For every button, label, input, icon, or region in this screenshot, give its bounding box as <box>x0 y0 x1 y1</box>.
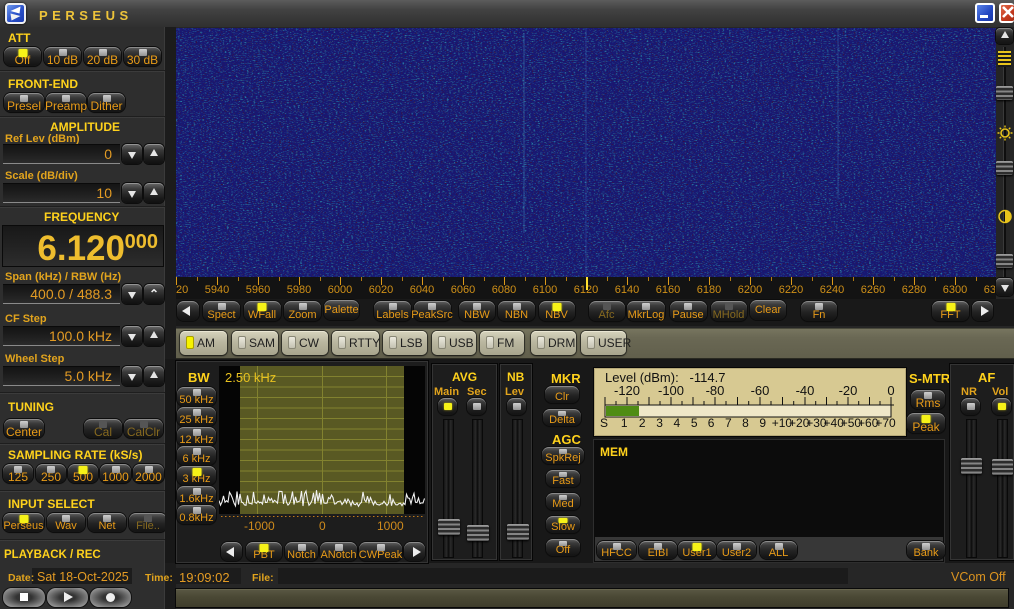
svg-text:8: 8 <box>742 416 749 430</box>
svg-text:3: 3 <box>656 416 663 430</box>
svg-text:2: 2 <box>639 416 646 430</box>
svg-text:4: 4 <box>674 416 681 430</box>
svg-text:-60: -60 <box>751 383 770 398</box>
svg-text:5: 5 <box>691 416 698 430</box>
svg-text:6: 6 <box>708 416 715 430</box>
svg-text:-20: -20 <box>839 383 858 398</box>
svg-text:-40: -40 <box>796 383 815 398</box>
svg-text:-120: -120 <box>614 383 640 398</box>
svg-text:0: 0 <box>887 383 894 398</box>
svg-text:-80: -80 <box>706 383 725 398</box>
svg-text:-100: -100 <box>658 383 684 398</box>
svg-text:9: 9 <box>759 416 766 430</box>
svg-text:S: S <box>600 416 608 430</box>
svg-text:7: 7 <box>725 416 732 430</box>
svg-text:+70: +70 <box>875 416 896 430</box>
svg-text:1: 1 <box>621 416 628 430</box>
